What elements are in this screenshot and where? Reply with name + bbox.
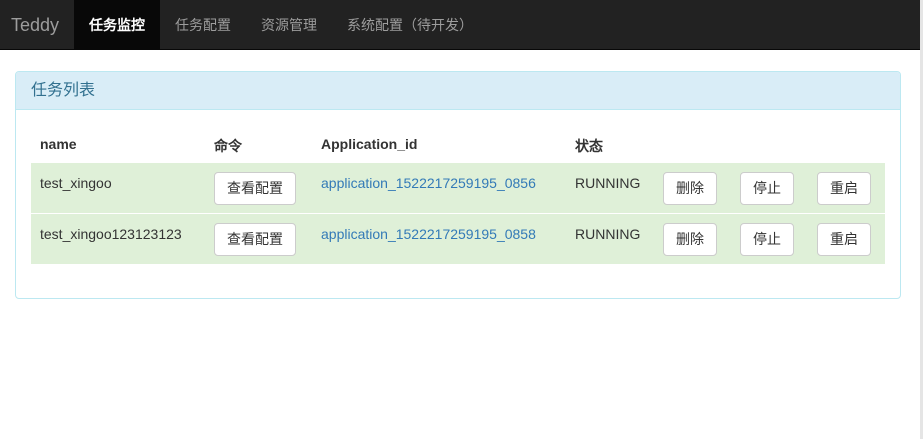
top-navbar: Teddy 任务监控 任务配置 资源管理 系统配置（待开发） xyxy=(0,0,920,50)
table-row: test_xingoo 查看配置 application_15222172591… xyxy=(31,162,885,213)
nav-item-task-config[interactable]: 任务配置 xyxy=(160,0,246,49)
application-id-link[interactable]: application_1522217259195_0858 xyxy=(321,226,536,242)
stop-button[interactable]: 停止 xyxy=(740,172,794,205)
panel-title: 任务列表 xyxy=(16,72,900,110)
nav-item-task-monitor[interactable]: 任务监控 xyxy=(74,0,160,49)
restart-button[interactable]: 重启 xyxy=(817,172,871,205)
application-id-link[interactable]: application_1522217259195_0856 xyxy=(321,175,536,191)
delete-button[interactable]: 删除 xyxy=(663,172,717,205)
stop-button[interactable]: 停止 xyxy=(740,223,794,256)
view-config-button[interactable]: 查看配置 xyxy=(214,172,296,205)
table-row: test_xingoo123123123 查看配置 application_15… xyxy=(31,213,885,264)
status-text: RUNNING xyxy=(575,226,641,242)
brand-logo[interactable]: Teddy xyxy=(0,0,74,49)
column-header-name: name xyxy=(40,136,77,152)
restart-button[interactable]: 重启 xyxy=(817,223,871,256)
column-header-status: 状态 xyxy=(575,138,603,154)
task-table: name 命令 Application_id 状态 test_xingoo 查看… xyxy=(31,124,885,264)
task-list-panel: 任务列表 name 命令 Application_id 状态 test_xing… xyxy=(15,71,901,299)
task-name: test_xingoo xyxy=(40,175,112,191)
view-config-button[interactable]: 查看配置 xyxy=(214,223,296,256)
table-header: name 命令 Application_id 状态 xyxy=(31,124,885,162)
task-name: test_xingoo123123123 xyxy=(40,226,182,242)
nav-item-resource-management[interactable]: 资源管理 xyxy=(246,0,332,49)
column-header-application-id: Application_id xyxy=(321,136,418,152)
status-text: RUNNING xyxy=(575,175,641,191)
nav-item-system-config[interactable]: 系统配置（待开发） xyxy=(332,0,488,49)
delete-button[interactable]: 删除 xyxy=(663,223,717,256)
column-header-command: 命令 xyxy=(214,138,242,154)
